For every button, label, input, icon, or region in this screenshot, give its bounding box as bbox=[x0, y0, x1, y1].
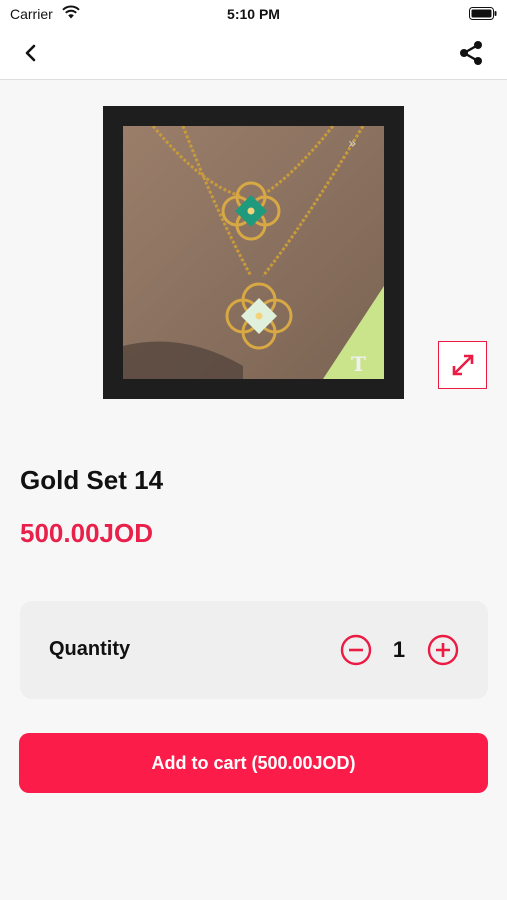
battery-icon bbox=[469, 7, 497, 20]
chevron-left-icon[interactable] bbox=[18, 40, 44, 66]
add-to-cart-button[interactable]: Add to cart (500.00JOD) bbox=[19, 733, 488, 793]
product-price: 500.00JOD bbox=[20, 518, 153, 548]
quantity-label: Quantity bbox=[49, 638, 131, 660]
expand-arrows-icon bbox=[452, 354, 473, 376]
product-title: Gold Set 14 bbox=[20, 465, 164, 495]
product-image[interactable]: » T bbox=[103, 106, 404, 399]
quantity-stepper: Quantity 1 bbox=[20, 601, 488, 699]
expand-image-button[interactable] bbox=[438, 341, 487, 389]
status-bar: Carrier 5:10 PM bbox=[0, 0, 507, 28]
plus-circle-icon[interactable] bbox=[427, 634, 459, 666]
svg-text:»: » bbox=[348, 136, 357, 152]
minus-circle-icon[interactable] bbox=[340, 634, 372, 666]
status-time: 5:10 PM bbox=[227, 6, 280, 22]
nav-bar bbox=[0, 28, 507, 80]
svg-text:T: T bbox=[351, 352, 366, 376]
necklace-photo: » T bbox=[123, 126, 384, 379]
quantity-value: 1 bbox=[392, 637, 406, 662]
share-icon[interactable] bbox=[457, 39, 485, 67]
